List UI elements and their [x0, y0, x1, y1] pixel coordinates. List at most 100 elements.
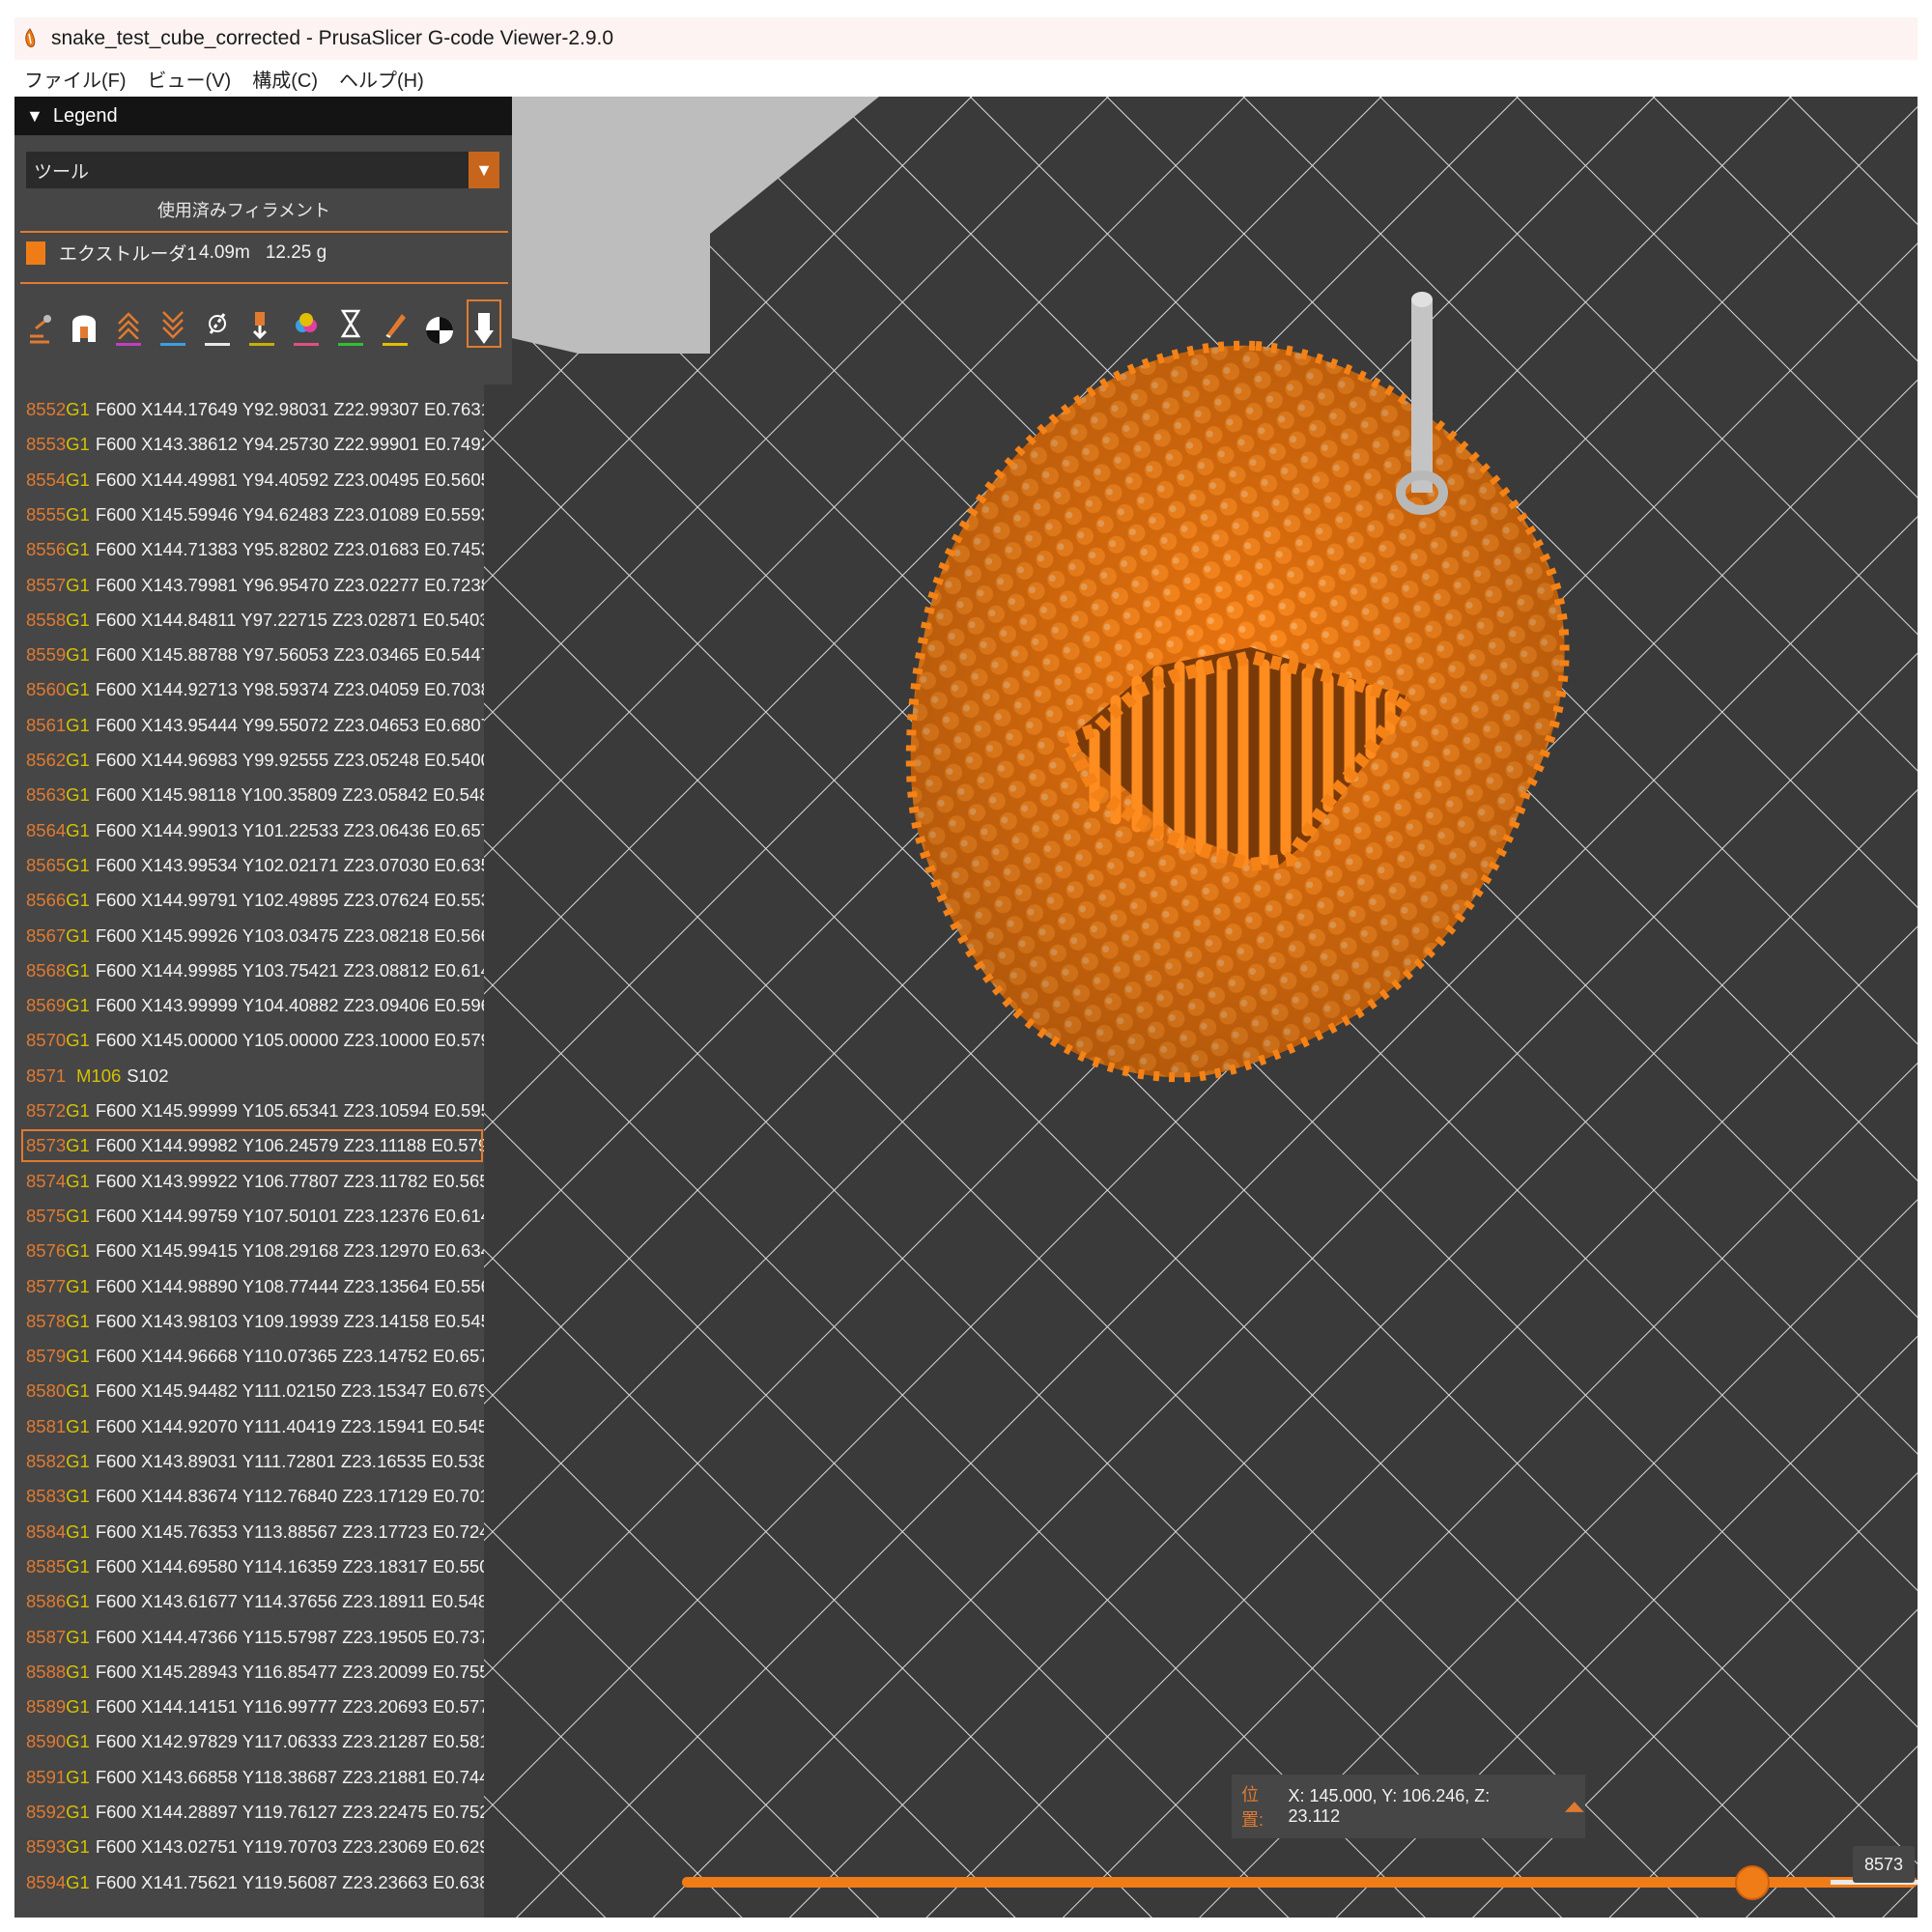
line-number: 8575 [26, 1205, 67, 1226]
gcode-line[interactable]: 8582 G1 F600 X143.89031 Y111.72801 Z23.165… [14, 1444, 484, 1479]
gcode-line[interactable]: 8580 G1 F600 X145.94482 Y111.02150 Z23.153… [14, 1374, 484, 1408]
divider [20, 231, 508, 233]
gcode-line[interactable]: 8573 G1 F600 X144.99982 Y106.24579 Z23.111… [20, 1128, 484, 1163]
gcode-line[interactable]: 8563 G1 F600 X145.98118 Y100.35809 Z23.058… [14, 778, 484, 812]
gcode-line[interactable]: 8553 G1 F600 X143.38612 Y94.25730 Z22.9990… [14, 427, 484, 462]
gcode-line[interactable]: 8568 G1 F600 X144.99985 Y103.75421 Z23.088… [14, 953, 484, 988]
gcode-command: G1 [66, 1100, 90, 1121]
gcode-arguments: F600 X143.99999 Y104.40882 Z23.09406 E0.… [95, 995, 484, 1016]
gcode-line[interactable]: 8565 G1 F600 X143.99534 Y102.02171 Z23.070… [14, 848, 484, 883]
gcode-line[interactable]: 8557 G1 F600 X143.79981 Y96.95470 Z23.0227… [14, 568, 484, 603]
gcode-arguments: F600 X145.59946 Y94.62483 Z23.01089 E0.5… [95, 503, 484, 525]
center-of-gravity-icon[interactable] [424, 301, 455, 346]
line-number: 8572 [26, 1100, 67, 1121]
gcode-line[interactable]: 8558 G1 F600 X144.84811 Y97.22715 Z23.0287… [14, 603, 484, 638]
menu-file[interactable]: ファイル(F) [24, 65, 127, 93]
gcode-command: G1 [66, 995, 90, 1016]
gcode-arguments: F600 X141.75621 Y119.56087 Z23.23663 E0.… [95, 1871, 484, 1892]
gcode-line[interactable]: 8587 G1 F600 X144.47366 Y115.57987 Z23.195… [14, 1620, 484, 1655]
gcode-line[interactable]: 8574 G1 F600 X143.99922 Y106.77807 Z23.117… [14, 1164, 484, 1199]
gcode-command: G1 [66, 784, 90, 806]
gcode-arguments: F600 X144.49981 Y94.40592 Z23.00495 E0.5… [95, 469, 484, 490]
menu-view[interactable]: ビュー(V) [148, 65, 232, 93]
gcode-line[interactable]: 8554 G1 F600 X144.49981 Y94.40592 Z23.0049… [14, 463, 484, 497]
pause-prints-icon[interactable] [335, 301, 366, 346]
gcode-line[interactable]: 8586 G1 F600 X143.61677 Y114.37656 Z23.189… [14, 1584, 484, 1619]
gcode-line[interactable]: 8591 G1 F600 X143.66858 Y118.38687 Z23.218… [14, 1760, 484, 1795]
gcode-arguments: F600 X144.14151 Y116.99777 Z23.20693 E0.… [95, 1696, 484, 1718]
deretractions-icon[interactable] [157, 301, 188, 346]
chevron-down-icon[interactable]: ▼ [469, 152, 499, 188]
gcode-command: G1 [66, 1451, 90, 1471]
gcode-arguments: F600 X144.99982 Y106.24579 Z23.11188 E0.… [95, 1135, 484, 1156]
gcode-line[interactable]: 8581 G1 F600 X144.92070 Y111.40419 Z23.159… [14, 1409, 484, 1444]
gcode-arguments: F600 X143.99534 Y102.02171 Z23.07030 E0.… [95, 854, 484, 875]
gcode-command: G1 [66, 1030, 90, 1051]
gcode-line[interactable]: 8594 G1 F600 X141.75621 Y119.56087 Z23.236… [14, 1865, 484, 1900]
menu-configuration[interactable]: 構成(C) [252, 65, 318, 93]
gcode-line[interactable]: 8577 G1 F600 X144.98890 Y108.77444 Z23.135… [14, 1269, 484, 1304]
gcode-arguments: F600 X143.02751 Y119.70703 Z23.23069 E0.… [95, 1836, 484, 1858]
gcode-line[interactable]: 8552 G1 F600 X144.17649 Y92.98031 Z22.9930… [14, 392, 484, 427]
gcode-line[interactable]: 8579 G1 F600 X144.96668 Y110.07365 Z23.147… [14, 1339, 484, 1374]
custom-gcodes-icon[interactable] [380, 301, 411, 346]
gcode-line[interactable]: 8567 G1 F600 X145.99926 Y103.03475 Z23.082… [14, 919, 484, 953]
view-type-select[interactable]: ツール ▼ [26, 152, 499, 188]
gcode-line[interactable]: 8561 G1 F600 X143.95444 Y99.55072 Z23.0465… [14, 708, 484, 743]
seams-icon[interactable] [202, 301, 233, 346]
gcode-line[interactable]: 8583 G1 F600 X144.83674 Y112.76840 Z23.171… [14, 1479, 484, 1514]
moves-slider-track[interactable] [682, 1877, 1918, 1888]
tool-changes-icon[interactable] [246, 301, 277, 346]
line-number: 8577 [26, 1275, 67, 1296]
line-number: 8578 [26, 1310, 67, 1331]
gcode-line[interactable]: 8559 G1 F600 X145.88788 Y97.56053 Z23.0346… [14, 638, 484, 672]
gcode-line[interactable]: 8578 G1 F600 X143.98103 Y109.19939 Z23.141… [14, 1304, 484, 1339]
travel-icon[interactable] [24, 301, 55, 346]
gcode-line[interactable]: 8566 G1 F600 X144.99791 Y102.49895 Z23.076… [14, 883, 484, 918]
gcode-line[interactable]: 8593 G1 F600 X143.02751 Y119.70703 Z23.230… [14, 1830, 484, 1864]
line-number: 8590 [26, 1731, 67, 1752]
menu-help[interactable]: ヘルプ(H) [339, 65, 424, 93]
gcode-command: G1 [66, 1310, 90, 1331]
gcode-line[interactable]: 8556 G1 F600 X144.71383 Y95.82802 Z23.0168… [14, 532, 484, 567]
gcode-arguments: F600 X143.98103 Y109.19939 Z23.14158 E0.… [95, 1310, 484, 1331]
gcode-command: G1 [66, 819, 90, 840]
gcode-arguments: F600 X143.89031 Y111.72801 Z23.16535 E0.… [95, 1451, 484, 1471]
gcode-line[interactable]: 8584 G1 F600 X145.76353 Y113.88567 Z23.177… [14, 1515, 484, 1549]
gcode-command: G1 [66, 714, 90, 735]
color-changes-icon[interactable] [291, 301, 322, 346]
gcode-list[interactable]: 8552 G1 F600 X144.17649 Y92.98031 Z22.9930… [14, 384, 484, 1918]
line-number: 8589 [26, 1696, 67, 1718]
collapse-triangle-icon[interactable]: ▼ [26, 106, 43, 127]
gcode-line[interactable]: 8560 G1 F600 X144.92713 Y98.59374 Z23.0405… [14, 672, 484, 707]
gcode-line[interactable]: 8571 M106 S102 [14, 1059, 484, 1094]
gcode-line[interactable]: 8588 G1 F600 X145.28943 Y116.85477 Z23.200… [14, 1655, 484, 1690]
tool-marker-icon[interactable] [467, 299, 501, 348]
gcode-line[interactable]: 8555 G1 F600 X145.59946 Y94.62483 Z23.0108… [14, 497, 484, 532]
gcode-line[interactable]: 8569 G1 F600 X143.99999 Y104.40882 Z23.094… [14, 988, 484, 1023]
gcode-arguments: F600 X143.66858 Y118.38687 Z23.21881 E0.… [95, 1766, 484, 1787]
gcode-line[interactable]: 8590 G1 F600 X142.97829 Y117.06333 Z23.212… [14, 1724, 484, 1759]
gcode-command: G1 [66, 609, 90, 630]
wipe-icon[interactable] [69, 301, 99, 346]
moves-slider-thumb[interactable] [1734, 1865, 1770, 1900]
line-number: 8579 [26, 1346, 67, 1367]
extruder-weight: 12.25 g [265, 242, 327, 263]
gcode-line[interactable]: 8570 G1 F600 X145.00000 Y105.00000 Z23.100… [14, 1023, 484, 1058]
gcode-command: G1 [66, 1415, 90, 1436]
gcode-command: G1 [66, 1802, 90, 1822]
gcode-line[interactable]: 8585 G1 F600 X144.69580 Y114.16359 Z23.183… [14, 1549, 484, 1584]
gcode-line[interactable]: 8575 G1 F600 X144.99759 Y107.50101 Z23.123… [14, 1199, 484, 1234]
gcode-line[interactable]: 8564 G1 F600 X144.99013 Y101.22533 Z23.064… [14, 813, 484, 848]
gcode-line[interactable]: 8589 G1 F600 X144.14151 Y116.99777 Z23.206… [14, 1690, 484, 1724]
legend-header[interactable]: ▼ Legend [14, 97, 512, 135]
gcode-line[interactable]: 8592 G1 F600 X144.28897 Y119.76127 Z23.224… [14, 1795, 484, 1830]
gcode-line[interactable]: 8576 G1 F600 X145.99415 Y108.29168 Z23.129… [14, 1234, 484, 1268]
gcode-arguments: F600 X145.00000 Y105.00000 Z23.10000 E0.… [95, 1030, 484, 1051]
gcode-line[interactable]: 8562 G1 F600 X144.96983 Y99.92555 Z23.0524… [14, 743, 484, 778]
retractions-icon[interactable] [113, 301, 144, 346]
gcode-line[interactable]: 8572 G1 F600 X145.99999 Y105.65341 Z23.105… [14, 1094, 484, 1128]
expand-arrow-icon[interactable] [1564, 1800, 1585, 1813]
line-number: 8576 [26, 1240, 67, 1262]
menu-bar: ファイル(F) ビュー(V) 構成(C) ヘルプ(H) [14, 60, 1918, 97]
